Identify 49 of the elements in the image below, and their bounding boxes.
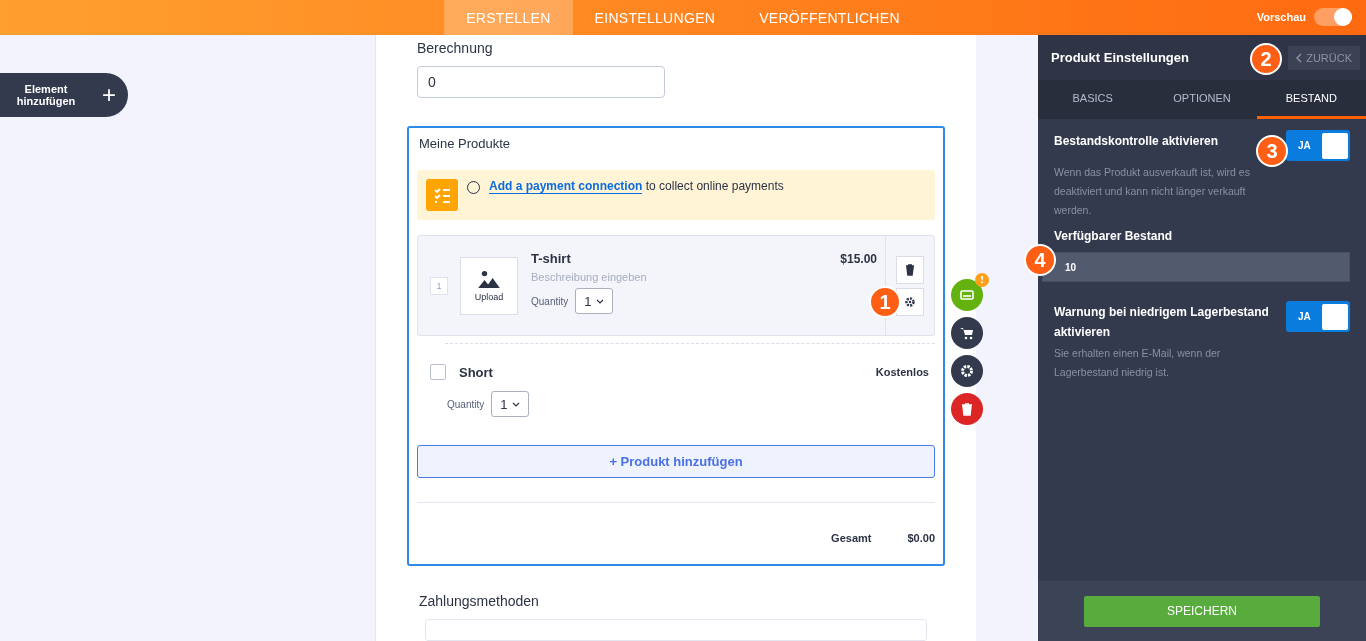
quantity-select[interactable]: 1 bbox=[575, 288, 614, 314]
quantity-label: Quantity bbox=[531, 295, 569, 307]
help-text: Sie erhalten einen E-Mail, wenn der Lagerbestand niedrig ist. bbox=[1054, 346, 1222, 380]
panel-tab[interactable]: BESTAND bbox=[1256, 80, 1366, 119]
product-name: Short bbox=[459, 364, 493, 380]
help-text: Wenn das Produkt ausverkauft ist, wird es deaktiviert und kann nicht länger verkauft werden. bbox=[1054, 165, 1251, 218]
payment-field[interactable] bbox=[425, 619, 927, 641]
product-price: $15.00 bbox=[840, 251, 877, 266]
delete-icon[interactable] bbox=[896, 255, 924, 284]
quantity-label: Quantity bbox=[447, 398, 485, 410]
settings-icon[interactable] bbox=[896, 287, 924, 316]
add-product-button[interactable]: + Produkt hinzufügen bbox=[417, 445, 935, 478]
total-value: $0.00 bbox=[907, 532, 935, 544]
chevron-down-icon bbox=[512, 401, 521, 407]
image-icon bbox=[478, 269, 500, 288]
toggle-switch[interactable]: JA bbox=[1286, 301, 1350, 332]
checkbox[interactable] bbox=[430, 364, 446, 380]
preview-label: Vorschau bbox=[1256, 11, 1306, 23]
add-element-button[interactable]: Element hinzufügen + bbox=[0, 73, 128, 117]
setting-label: Warnung bei niedrigem Lagerbestand aktivieren bbox=[1054, 304, 1270, 341]
chevron-down-icon bbox=[596, 298, 605, 304]
step-badge: 4 bbox=[1024, 244, 1056, 276]
panel-tab[interactable]: OPTIONEN bbox=[1147, 80, 1257, 119]
item-number: 1 bbox=[430, 276, 448, 295]
setting-label: Verfügbarer Bestand bbox=[1054, 228, 1174, 245]
card-icon[interactable] bbox=[951, 279, 983, 311]
settings-icon[interactable] bbox=[951, 355, 983, 387]
cart-icon[interactable] bbox=[951, 317, 983, 349]
product-description: Beschreibung eingeben bbox=[531, 271, 648, 283]
field-label: Berechnung bbox=[417, 40, 494, 56]
checklist-icon bbox=[426, 179, 458, 211]
panel-tab[interactable]: BASICS bbox=[1038, 80, 1148, 119]
setting-label: Bestandskontrolle aktivieren bbox=[1054, 133, 1219, 150]
calculation-field[interactable]: 0 bbox=[417, 66, 665, 98]
alert-badge: ! bbox=[975, 273, 989, 287]
field-label: Zahlungsmethoden bbox=[419, 593, 540, 609]
chevron-left-icon bbox=[1296, 52, 1303, 63]
notice-text: Add a payment connection to collect online payments bbox=[489, 179, 784, 193]
product-price: Kostenlos bbox=[875, 366, 929, 378]
preview-toggle[interactable] bbox=[1314, 8, 1352, 26]
toggle-switch[interactable]: JA bbox=[1286, 130, 1350, 161]
payment-link[interactable]: Add a payment connection bbox=[489, 179, 643, 194]
widget-title: Meine Produkte bbox=[419, 136, 512, 151]
upload-box[interactable]: Upload bbox=[460, 256, 518, 315]
product-name: T-shirt bbox=[531, 251, 571, 266]
quantity-select[interactable]: 1 bbox=[491, 391, 530, 417]
total-label: Gesamt bbox=[831, 532, 872, 544]
panel-title: Produkt Einstellungen bbox=[1051, 50, 1189, 65]
upload-label: Upload bbox=[474, 291, 504, 302]
